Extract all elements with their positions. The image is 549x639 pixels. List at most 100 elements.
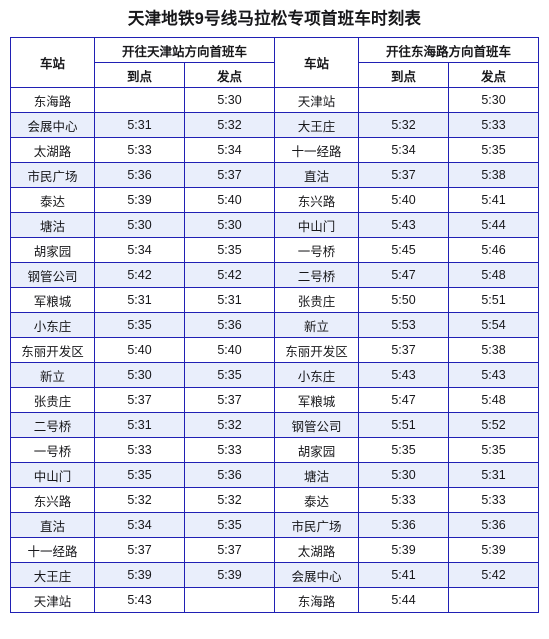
row-depart-right: 5:33 (447, 487, 540, 513)
row-station-left: 中山门 (9, 462, 95, 488)
row-depart-right: 5:43 (447, 362, 540, 388)
row-station-left: 十一经路 (9, 537, 95, 563)
row-station-left: 市民广场 (9, 162, 95, 188)
row-station-left: 天津站 (9, 587, 95, 613)
row-station-left: 新立 (9, 362, 95, 388)
row-station-right: 东海路 (274, 587, 359, 613)
row-depart-right: 5:42 (447, 562, 540, 588)
row-arrive-right: 5:35 (358, 437, 449, 463)
schedule-page: 天津地铁9号线马拉松专项首班车时刻表 车站 开往天津站方向首班车 车站 开往东海… (0, 0, 549, 639)
row-arrive-right (358, 87, 449, 113)
row-station-left: 二号桥 (9, 412, 95, 438)
row-station-left: 东丽开发区 (9, 337, 95, 363)
row-station-left: 会展中心 (9, 112, 95, 138)
row-arrive-right: 5:47 (358, 262, 449, 288)
row-station-right: 泰达 (274, 487, 359, 513)
row-arrive-left: 5:40 (93, 337, 185, 363)
row-station-left: 军粮城 (9, 287, 95, 313)
row-arrive-left: 5:43 (93, 587, 185, 613)
row-arrive-right: 5:43 (358, 212, 449, 238)
row-depart-right: 5:38 (447, 162, 540, 188)
row-depart-left: 5:32 (183, 112, 276, 138)
row-station-left: 塘沽 (9, 212, 95, 238)
row-arrive-left: 5:39 (93, 562, 185, 588)
row-depart-left: 5:32 (183, 487, 276, 513)
table-row: 塘沽 5:30 5:30 中山门 5:43 5:44 (9, 212, 540, 238)
row-arrive-left: 5:37 (93, 387, 185, 413)
row-depart-right: 5:44 (447, 212, 540, 238)
row-depart-left: 5:35 (183, 512, 276, 538)
row-station-right: 市民广场 (274, 512, 359, 538)
row-arrive-right: 5:34 (358, 137, 449, 163)
table-row: 钢管公司 5:42 5:42 二号桥 5:47 5:48 (9, 262, 540, 288)
row-station-right: 会展中心 (274, 562, 359, 588)
row-depart-right: 5:48 (447, 262, 540, 288)
row-arrive-left: 5:33 (93, 437, 185, 463)
row-depart-right: 5:31 (447, 462, 540, 488)
table-row: 天津站 5:43 东海路 5:44 (9, 587, 540, 613)
row-arrive-left (93, 87, 185, 113)
row-arrive-left: 5:37 (93, 537, 185, 563)
timetable: 车站 开往天津站方向首班车 车站 开往东海路方向首班车 到点 发点 到点 发点 … (9, 37, 540, 613)
row-depart-left: 5:36 (183, 312, 276, 338)
row-station-right: 十一经路 (274, 137, 359, 163)
table-row: 军粮城 5:31 5:31 张贵庄 5:50 5:51 (9, 287, 540, 313)
row-station-left: 小东庄 (9, 312, 95, 338)
row-depart-left: 5:37 (183, 387, 276, 413)
row-arrive-left: 5:31 (93, 112, 185, 138)
row-depart-left (183, 587, 276, 613)
row-arrive-right: 5:36 (358, 512, 449, 538)
row-station-right: 直沽 (274, 162, 359, 188)
row-station-left: 钢管公司 (9, 262, 95, 288)
row-arrive-right: 5:40 (358, 187, 449, 213)
row-depart-right: 5:35 (447, 137, 540, 163)
table-row: 小东庄 5:35 5:36 新立 5:53 5:54 (9, 312, 540, 338)
row-depart-left: 5:36 (183, 462, 276, 488)
row-station-left: 东海路 (9, 87, 95, 113)
row-station-left: 太湖路 (9, 137, 95, 163)
row-depart-left: 5:34 (183, 137, 276, 163)
row-arrive-right: 5:43 (358, 362, 449, 388)
header-depart-left: 发点 (183, 62, 276, 88)
row-depart-right: 5:41 (447, 187, 540, 213)
row-arrive-right: 5:50 (358, 287, 449, 313)
row-station-right: 太湖路 (274, 537, 359, 563)
row-arrive-right: 5:47 (358, 387, 449, 413)
table-row: 东兴路 5:32 5:32 泰达 5:33 5:33 (9, 487, 540, 513)
row-depart-right: 5:46 (447, 237, 540, 263)
row-depart-right: 5:51 (447, 287, 540, 313)
table-row: 大王庄 5:39 5:39 会展中心 5:41 5:42 (9, 562, 540, 588)
row-depart-left: 5:32 (183, 412, 276, 438)
row-arrive-left: 5:31 (93, 287, 185, 313)
row-depart-right: 5:52 (447, 412, 540, 438)
row-depart-right: 5:54 (447, 312, 540, 338)
row-depart-right: 5:39 (447, 537, 540, 563)
row-arrive-left: 5:32 (93, 487, 185, 513)
row-arrive-right: 5:53 (358, 312, 449, 338)
row-station-left: 胡家园 (9, 237, 95, 263)
table-row: 会展中心 5:31 5:32 大王庄 5:32 5:33 (9, 112, 540, 138)
row-station-right: 一号桥 (274, 237, 359, 263)
row-depart-left: 5:42 (183, 262, 276, 288)
header-station-left: 车站 (9, 37, 95, 88)
table-row: 十一经路 5:37 5:37 太湖路 5:39 5:39 (9, 537, 540, 563)
row-depart-left: 5:35 (183, 362, 276, 388)
page-title: 天津地铁9号线马拉松专项首班车时刻表 (127, 10, 422, 28)
row-station-right: 钢管公司 (274, 412, 359, 438)
table-row: 新立 5:30 5:35 小东庄 5:43 5:43 (9, 362, 540, 388)
row-depart-right: 5:36 (447, 512, 540, 538)
row-station-left: 一号桥 (9, 437, 95, 463)
table-body: 东海路 5:30 天津站 5:30 会展中心 5:31 5:32 大王庄 5:32 5:33 太湖路… (9, 87, 540, 613)
row-arrive-right: 5:33 (358, 487, 449, 513)
row-arrive-right: 5:30 (358, 462, 449, 488)
row-station-left: 泰达 (9, 187, 95, 213)
row-station-left: 东兴路 (9, 487, 95, 513)
row-arrive-left: 5:34 (93, 512, 185, 538)
row-station-right: 张贵庄 (274, 287, 359, 313)
table-row: 张贵庄 5:37 5:37 军粮城 5:47 5:48 (9, 387, 540, 413)
row-station-right: 小东庄 (274, 362, 359, 388)
row-depart-left: 5:40 (183, 187, 276, 213)
row-arrive-right: 5:41 (358, 562, 449, 588)
row-arrive-right: 5:32 (358, 112, 449, 138)
row-arrive-right: 5:37 (358, 337, 449, 363)
